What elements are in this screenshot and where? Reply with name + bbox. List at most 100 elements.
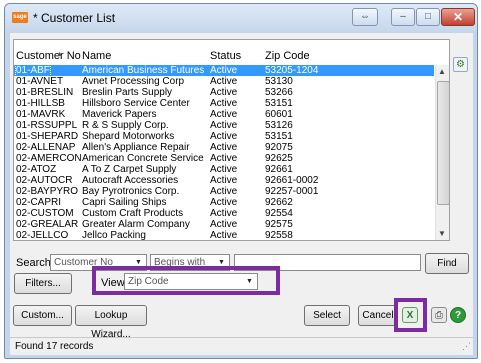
column-header-status[interactable]: Status bbox=[210, 50, 241, 62]
cell-status: Active bbox=[210, 109, 238, 120]
settings-icon[interactable]: ⚙ bbox=[453, 57, 468, 72]
cell-customer-no: 02-AUTOCR bbox=[16, 175, 73, 186]
cell-zip-code: 53151 bbox=[265, 131, 293, 142]
cell-zip-code: 92661 bbox=[265, 164, 293, 175]
cell-zip-code: 92575 bbox=[265, 219, 293, 230]
cell-customer-no: 02-JELLCO bbox=[16, 230, 69, 241]
cell-status: Active bbox=[210, 120, 238, 131]
column-header-customer-no[interactable]: ▲ Customer No bbox=[16, 50, 81, 62]
vertical-scrollbar[interactable]: ▲ ▼ bbox=[435, 65, 449, 240]
column-header-zip-code[interactable]: Zip Code bbox=[265, 50, 310, 62]
cell-name: Avnet Processing Corp bbox=[82, 76, 185, 87]
cell-name: Hillsboro Service Center bbox=[82, 98, 190, 109]
table-row[interactable]: 01-BRESLIN Breslin Parts Supply Active 5326… bbox=[14, 87, 434, 98]
customer-list[interactable]: ▲ Customer No Name Status Zip Code 01-AB… bbox=[13, 39, 450, 241]
cell-zip-code: 92625 bbox=[265, 153, 293, 164]
maximize-button[interactable]: □ bbox=[416, 8, 440, 26]
export-highlight-box bbox=[394, 298, 427, 332]
cell-customer-no: 01-RSSUPPL bbox=[16, 120, 78, 131]
cell-name: Breslin Parts Supply bbox=[82, 87, 173, 98]
table-row[interactable]: 01-RSSUPPL R & S Supply Corp. Active 53126 bbox=[14, 120, 434, 131]
cell-status: Active bbox=[210, 131, 238, 142]
cell-status: Active bbox=[210, 164, 238, 175]
cell-status: Active bbox=[210, 87, 238, 98]
table-row[interactable]: 02-AMERCON American Concrete Service Activ… bbox=[14, 153, 434, 164]
cell-status: Active bbox=[210, 76, 238, 87]
cell-customer-no: 01-MAVRK bbox=[16, 109, 66, 120]
cell-customer-no: 01-BRESLIN bbox=[16, 87, 74, 98]
cell-customer-no: 02-CUSTOM bbox=[16, 208, 74, 219]
close-button[interactable]: ✕ bbox=[441, 8, 475, 26]
lookup-wizard-button[interactable]: Lookup Wizard... bbox=[75, 305, 147, 340]
cell-zip-code: 53126 bbox=[265, 120, 293, 131]
cell-customer-no: 02-ALLENAP bbox=[16, 142, 76, 153]
scroll-thumb[interactable] bbox=[437, 81, 449, 205]
cancel-button[interactable]: Cancel bbox=[358, 305, 398, 326]
view-highlight-box bbox=[92, 266, 280, 295]
cell-zip-code: 53130 bbox=[265, 76, 293, 87]
cell-name: Capri Sailing Ships bbox=[82, 197, 167, 208]
table-row[interactable]: 02-CUSTOM Custom Craft Products Active 9255… bbox=[14, 208, 434, 219]
list-header: ▲ Customer No Name Status Zip Code bbox=[14, 40, 449, 64]
cell-status: Active bbox=[210, 186, 238, 197]
customer-list-window: sage * Customer List ⇔ – □ ✕ ▲ Customer … bbox=[4, 3, 478, 359]
table-row[interactable]: 02-BAYPYRO Bay Pyrotronics Corp. Active 922… bbox=[14, 186, 434, 197]
cell-status: Active bbox=[210, 65, 238, 76]
find-button[interactable]: Find bbox=[425, 253, 469, 274]
cell-status: Active bbox=[210, 142, 238, 153]
cell-name: Autocraft Accessories bbox=[82, 175, 179, 186]
table-row[interactable]: 02-AUTOCR Autocraft Accessories Active 9266… bbox=[14, 175, 434, 186]
sort-ascending-icon: ▲ bbox=[56, 51, 63, 58]
minimize-button[interactable]: – bbox=[391, 8, 415, 26]
cell-status: Active bbox=[210, 175, 238, 186]
cell-name: R & S Supply Corp. bbox=[82, 120, 169, 131]
cell-zip-code: 60601 bbox=[265, 109, 293, 120]
cell-zip-code: 53266 bbox=[265, 87, 293, 98]
cell-name: American Business Futures bbox=[82, 65, 205, 76]
table-row[interactable]: 01-AVNET Avnet Processing Corp Active 53130 bbox=[14, 76, 434, 87]
restore-size-button[interactable]: ⇔ bbox=[352, 8, 378, 26]
resize-grip-icon[interactable]: ⋰ bbox=[462, 341, 471, 352]
cell-status: Active bbox=[210, 153, 238, 164]
cell-name: Maverick Papers bbox=[82, 109, 157, 120]
cell-zip-code: 53205-1204 bbox=[265, 65, 319, 76]
title-bar[interactable]: sage * Customer List ⇔ – □ ✕ bbox=[5, 4, 477, 32]
cell-name: American Concrete Service bbox=[82, 153, 204, 164]
custom-button[interactable]: Custom... bbox=[13, 305, 72, 326]
select-button[interactable]: Select bbox=[304, 305, 350, 326]
window-title: * Customer List bbox=[33, 11, 116, 25]
table-row[interactable]: 02-ATOZ A To Z Carpet Supply Active 92661 bbox=[14, 164, 434, 175]
table-row[interactable]: 02-GREALAR Greater Alarm Company Active 925… bbox=[14, 219, 434, 230]
cell-customer-no: 01-SHEPARD bbox=[16, 131, 79, 142]
cell-customer-no: 02-GREALAR bbox=[16, 219, 79, 230]
cell-status: Active bbox=[210, 230, 238, 241]
column-header-label: Customer No bbox=[16, 50, 81, 62]
cell-customer-no: 01-AVNET bbox=[16, 76, 64, 87]
scroll-up-icon[interactable]: ▲ bbox=[438, 67, 446, 76]
cell-name: Bay Pyrotronics Corp. bbox=[82, 186, 180, 197]
table-row[interactable]: 02-ALLENAP Allen's Appliance Repair Active… bbox=[14, 142, 434, 153]
table-row[interactable]: 01-SHEPARD Shepard Motorworks Active 53151 bbox=[14, 131, 434, 142]
cell-zip-code: 92662 bbox=[265, 197, 293, 208]
window-client-area: ▲ Customer No Name Status Zip Code 01-AB… bbox=[10, 33, 473, 355]
table-row[interactable]: 01-HILLSB Hillsboro Service Center Active 5… bbox=[14, 98, 434, 109]
cell-customer-no: 01-ABF bbox=[15, 65, 51, 77]
status-text: Found 17 records bbox=[15, 341, 94, 352]
table-row[interactable]: 01-ABF American Business Futures Active 532… bbox=[14, 65, 434, 77]
cell-zip-code: 53151 bbox=[265, 98, 293, 109]
cell-name: Allen's Appliance Repair bbox=[82, 142, 190, 153]
scroll-down-icon[interactable]: ▼ bbox=[438, 229, 446, 238]
cell-zip-code: 92554 bbox=[265, 208, 293, 219]
table-row[interactable]: 02-CAPRI Capri Sailing Ships Active 92662 bbox=[14, 197, 434, 208]
cell-customer-no: 02-ATOZ bbox=[16, 164, 57, 175]
cell-name: Shepard Motorworks bbox=[82, 131, 175, 142]
cell-status: Active bbox=[210, 219, 238, 230]
column-header-name[interactable]: Name bbox=[82, 50, 111, 62]
cell-status: Active bbox=[210, 197, 238, 208]
cell-customer-no: 02-CAPRI bbox=[16, 197, 62, 208]
help-icon[interactable]: ? bbox=[450, 307, 466, 323]
table-row[interactable]: 02-JELLCO Jellco Packing Active 92558 bbox=[14, 230, 434, 241]
printer-icon[interactable]: ⎙ bbox=[431, 307, 447, 323]
filters-button[interactable]: Filters... bbox=[14, 273, 72, 294]
table-row[interactable]: 01-MAVRK Maverick Papers Active 60601 bbox=[14, 109, 434, 120]
